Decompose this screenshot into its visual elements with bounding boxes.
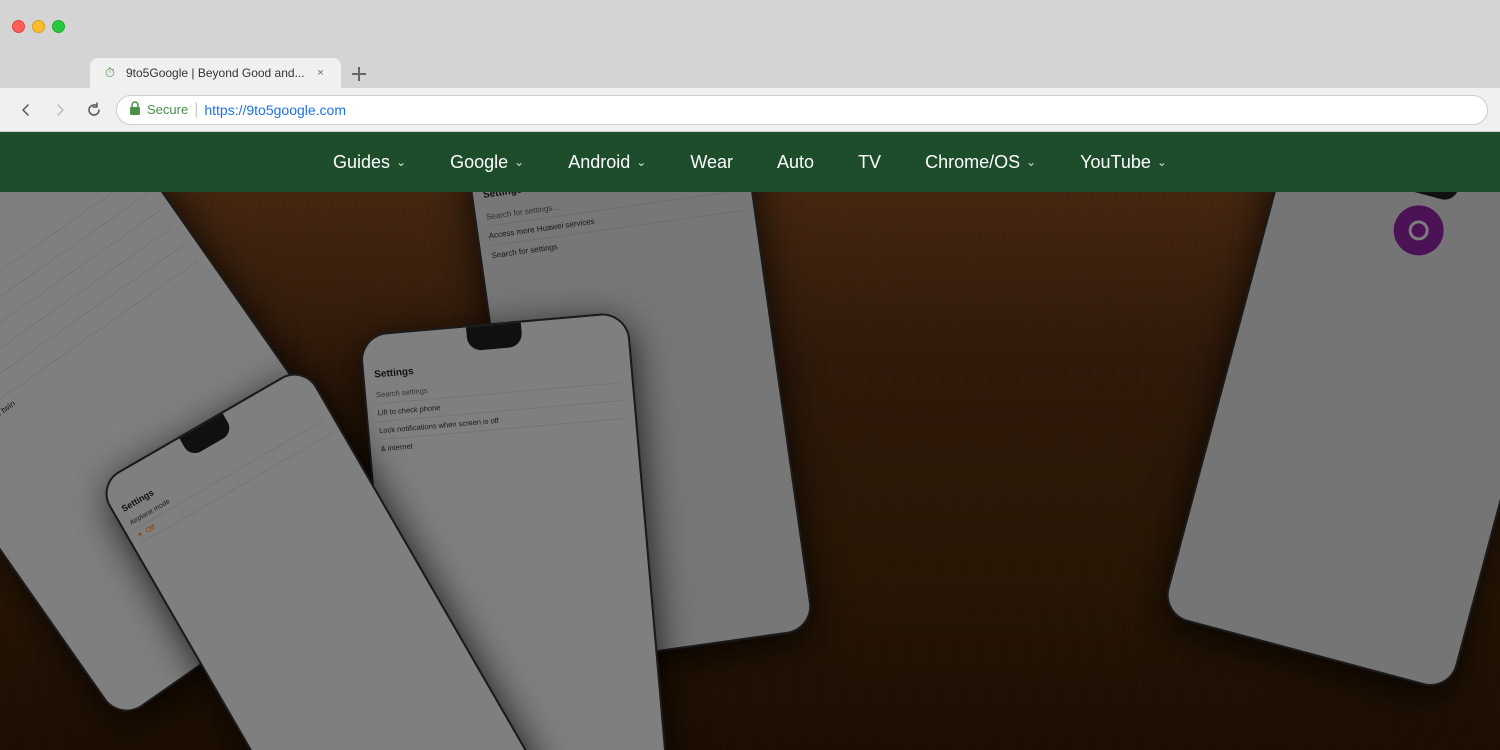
hero-image: Settings Wireless & networks Wi-Fi Dual … xyxy=(0,192,1500,750)
nav-label-auto: Auto xyxy=(777,152,814,173)
nav-item-google[interactable]: Google ⌄ xyxy=(428,132,546,192)
tab-close-button[interactable]: × xyxy=(313,65,329,81)
nav-label-chromeos: Chrome/OS xyxy=(925,152,1020,173)
address-bar: Secure | https://9to5google.com xyxy=(0,88,1500,132)
chevron-down-icon-google: ⌄ xyxy=(514,155,524,169)
nav-item-youtube[interactable]: YouTube ⌄ xyxy=(1058,132,1189,192)
chevron-down-icon-android: ⌄ xyxy=(636,155,646,169)
nav-label-guides: Guides xyxy=(333,152,390,173)
lock-icon xyxy=(129,101,141,118)
chevron-down-icon-chromeos: ⌄ xyxy=(1026,155,1036,169)
title-bar xyxy=(0,0,1500,52)
refresh-button[interactable] xyxy=(80,96,108,124)
nav-label-youtube: YouTube xyxy=(1080,152,1151,173)
url-divider: | xyxy=(194,101,198,119)
active-tab[interactable]: ⏱ 9to5Google | Beyond Good and... × xyxy=(90,58,341,88)
site-nav: Guides ⌄ Google ⌄ Android ⌄ Wear Auto TV… xyxy=(0,132,1500,192)
secure-label: Secure xyxy=(147,102,188,117)
nav-item-guides[interactable]: Guides ⌄ xyxy=(311,132,428,192)
nav-label-tv: TV xyxy=(858,152,881,173)
minimize-window-button[interactable] xyxy=(32,20,45,33)
nav-item-chromeos[interactable]: Chrome/OS ⌄ xyxy=(903,132,1058,192)
nav-label-android: Android xyxy=(568,152,630,173)
nav-item-tv[interactable]: TV xyxy=(836,132,903,192)
chevron-down-icon-youtube: ⌄ xyxy=(1157,155,1167,169)
chevron-down-icon-guides: ⌄ xyxy=(396,155,406,169)
nav-label-google: Google xyxy=(450,152,508,173)
nav-label-wear: Wear xyxy=(690,152,733,173)
tab-bar: ⏱ 9to5Google | Beyond Good and... × xyxy=(0,52,1500,88)
nav-item-wear[interactable]: Wear xyxy=(668,132,755,192)
nav-item-auto[interactable]: Auto xyxy=(755,132,836,192)
new-tab-button[interactable] xyxy=(345,60,373,88)
maximize-window-button[interactable] xyxy=(52,20,65,33)
traffic-lights xyxy=(12,20,65,33)
forward-button[interactable] xyxy=(46,96,74,124)
url-text: https://9to5google.com xyxy=(204,102,346,118)
close-window-button[interactable] xyxy=(12,20,25,33)
url-bar[interactable]: Secure | https://9to5google.com xyxy=(116,95,1488,125)
nav-item-android[interactable]: Android ⌄ xyxy=(546,132,668,192)
nav-buttons xyxy=(12,96,108,124)
tab-title: 9to5Google | Beyond Good and... xyxy=(126,66,305,80)
tab-favicon: ⏱ xyxy=(102,65,118,81)
back-button[interactable] xyxy=(12,96,40,124)
